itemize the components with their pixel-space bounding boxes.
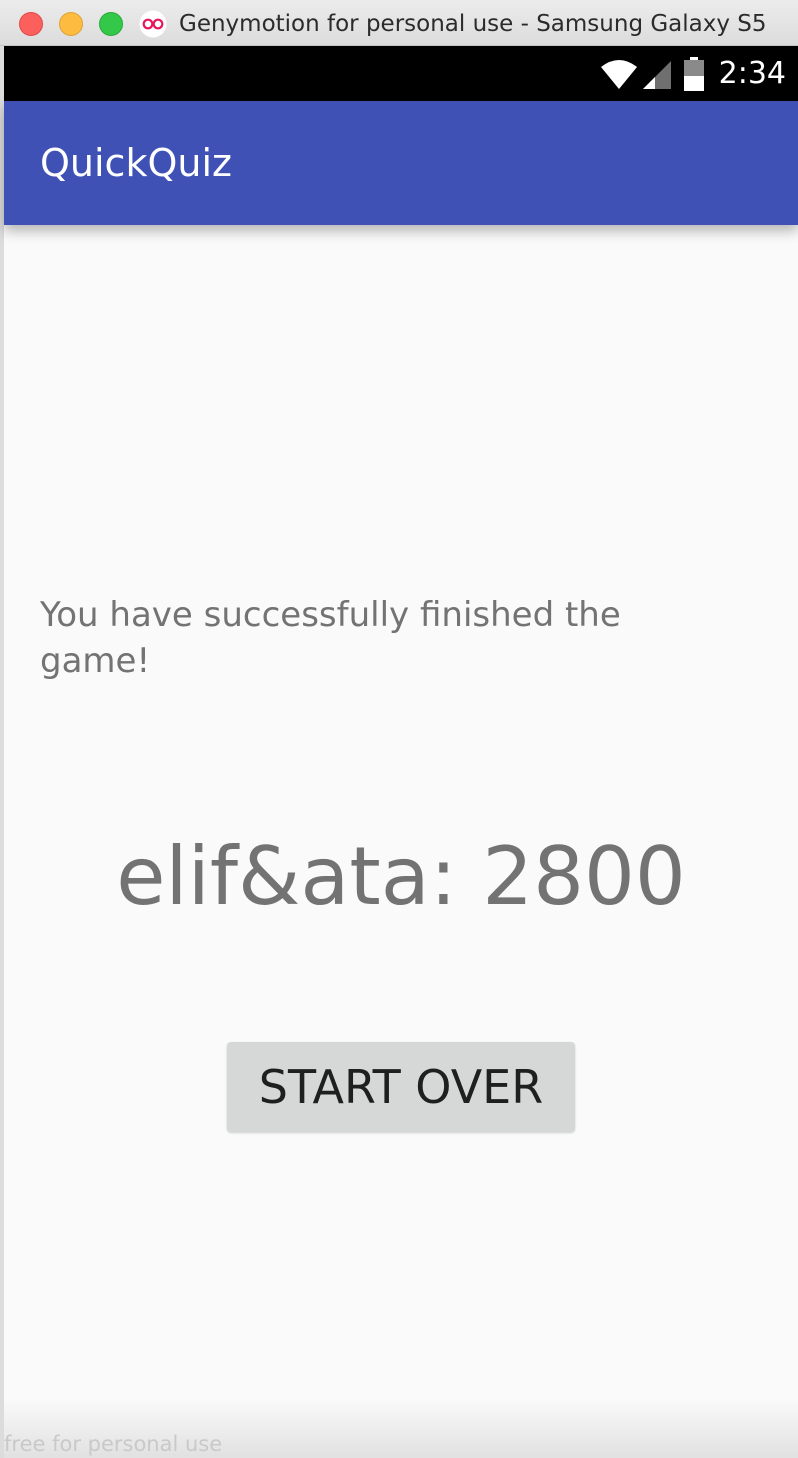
score-text: elif&ata: 2800: [116, 830, 686, 923]
window-title: Genymotion for personal use - Samsung Ga…: [179, 11, 767, 37]
status-clock: 2:34: [718, 56, 786, 91]
app-bar: QuickQuiz: [4, 101, 798, 225]
genymotion-icon: [139, 10, 167, 38]
window-titlebar: Genymotion for personal use - Samsung Ga…: [0, 0, 798, 46]
battery-icon: [683, 56, 704, 91]
status-bar: 2:34: [4, 46, 798, 101]
watermark-text: free for personal use: [4, 1432, 223, 1456]
maximize-window-button[interactable]: [99, 12, 123, 36]
finish-message: You have successfully finished the game!: [40, 595, 621, 681]
app-title: QuickQuiz: [40, 141, 232, 185]
close-window-button[interactable]: [19, 12, 43, 36]
wifi-icon: [600, 59, 637, 89]
main-content: You have successfully finished the game!…: [4, 225, 798, 1458]
start-over-button[interactable]: START OVER: [227, 1042, 575, 1132]
minimize-window-button[interactable]: [59, 12, 83, 36]
cell-signal-icon: [642, 60, 671, 89]
